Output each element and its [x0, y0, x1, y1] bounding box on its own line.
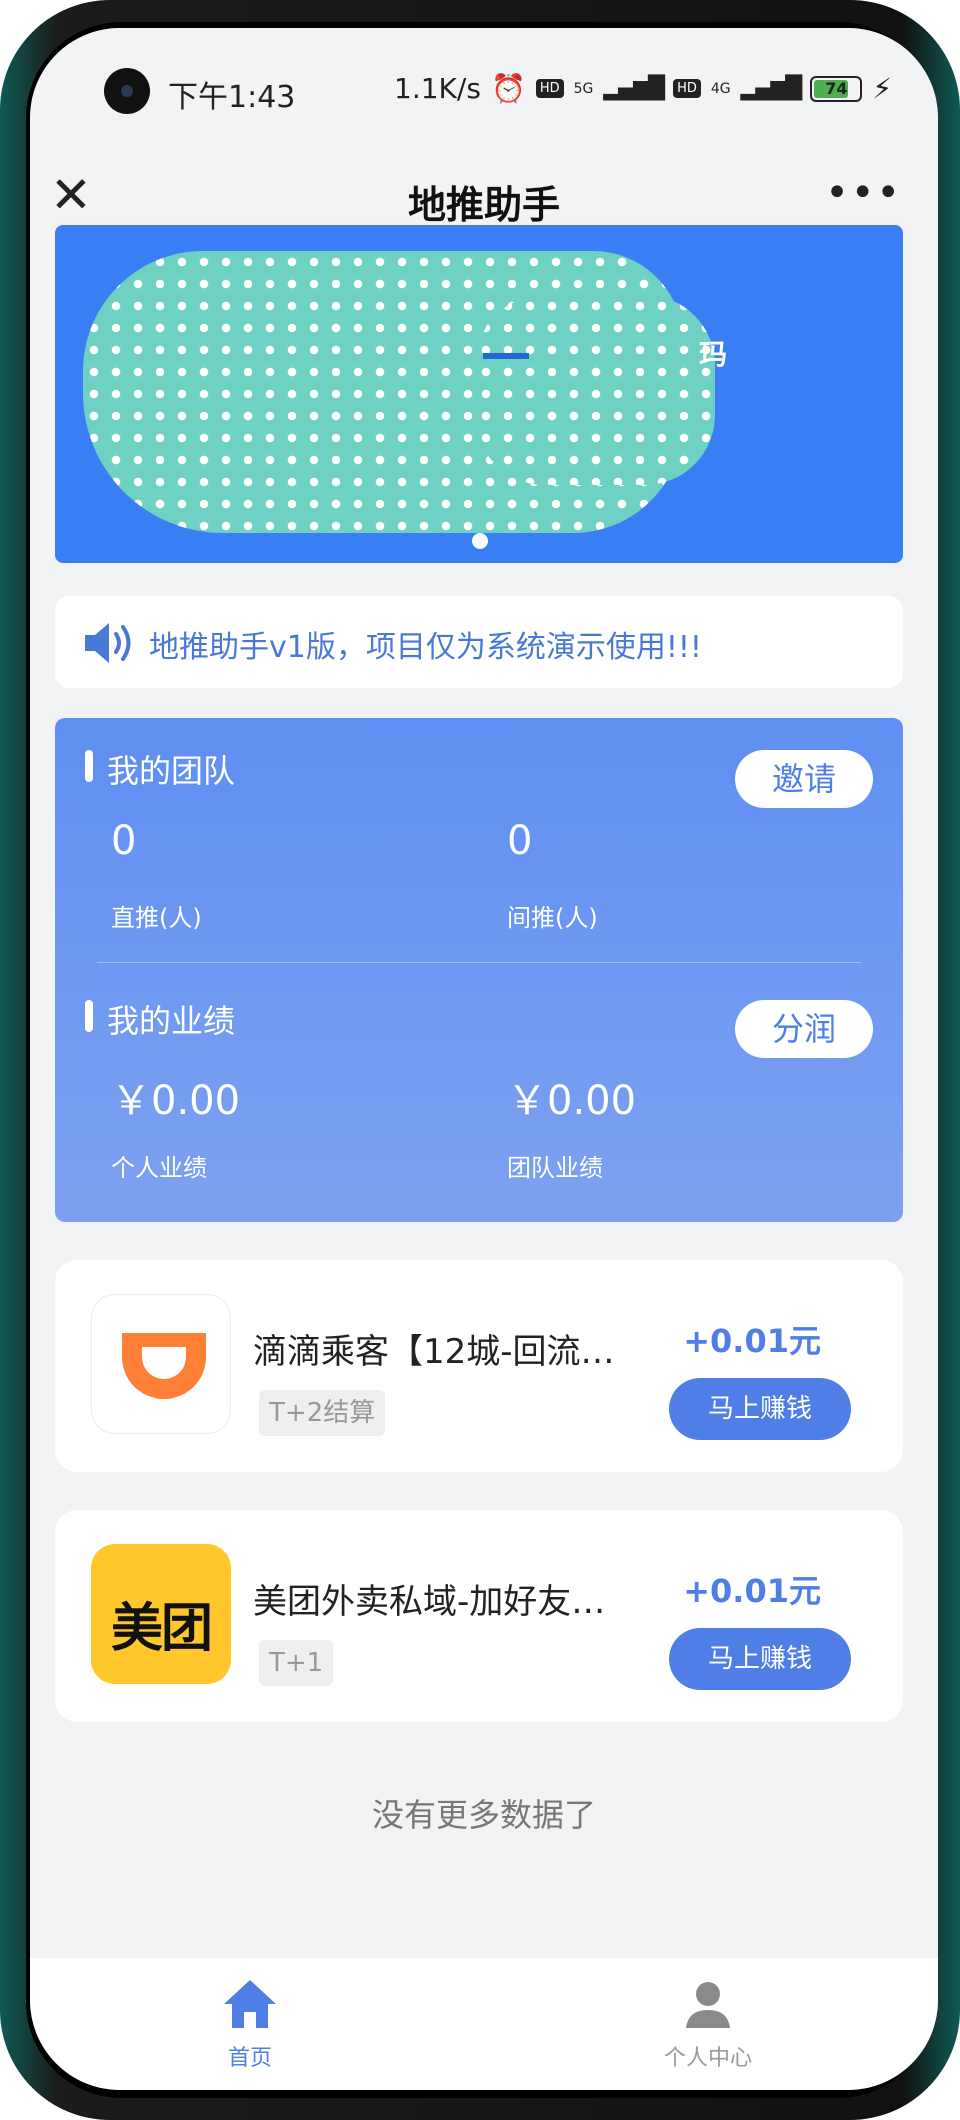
status-indicators: 1.1K/s ⏰ HD 5G ▂▄▆█ HD 4G ▂▄▆█ 74 ⚡ [394, 72, 892, 105]
direct-count: 0 [111, 818, 137, 864]
home-icon [224, 1980, 276, 2028]
banner-carousel[interactable]: 玛 [55, 225, 903, 563]
banner-text: 玛 [699, 338, 728, 371]
banner-redaction-2 [475, 295, 715, 485]
camera-icon [104, 68, 150, 114]
invite-button[interactable]: 邀请 [735, 750, 873, 808]
tab-home[interactable]: 首页 [170, 1974, 330, 2072]
product-title: 滴滴乘客【12城-回流… [253, 1332, 615, 1372]
battery-level: 74 [825, 78, 848, 98]
didi-mark-icon [122, 1333, 206, 1399]
tab-profile-label: 个人中心 [663, 2046, 752, 2071]
earn-button-2[interactable]: 马上赚钱 [669, 1628, 851, 1690]
status-time: 下午1:43 [168, 80, 296, 115]
section-marker [85, 750, 93, 782]
battery-icon: 74 [810, 75, 863, 102]
divider [97, 962, 861, 963]
tab-profile[interactable]: 个人中心 [628, 1974, 788, 2072]
no-more-text: 没有更多数据了 [371, 1796, 596, 1834]
more-icon[interactable]: ••• [825, 170, 902, 216]
team-title: 我的团队 [107, 752, 236, 790]
team-performance-label: 团队业绩 [507, 1154, 603, 1182]
personal-performance-value: ￥0.00 [111, 1078, 241, 1124]
tab-home-label: 首页 [227, 2046, 272, 2071]
alarm-icon: ⏰ [490, 72, 526, 105]
share-button[interactable]: 分润 [735, 1000, 873, 1058]
indirect-count: 0 [507, 818, 533, 864]
team-performance-value: ￥0.00 [507, 1078, 637, 1124]
meituan-logo-icon: 美团 [91, 1544, 231, 1684]
net-5g-label: 5G [573, 80, 594, 97]
hd-badge-2: HD [673, 79, 701, 98]
personal-performance-label: 个人业绩 [111, 1154, 207, 1182]
tab-bar: 首页 个人中心 [30, 1958, 938, 2090]
user-icon [686, 1982, 730, 2028]
product-price: +0.01元 [683, 1322, 821, 1360]
section-marker-2 [85, 1000, 93, 1032]
team-card: 我的团队 邀请 0 直推(人) 0 间推(人) 我的业绩 分润 ￥0.00 个人… [55, 718, 903, 1222]
settlement-tag-2: T+1 [259, 1640, 334, 1686]
product-card-2[interactable]: 美团 美团外卖私域-加好友… T+1 +0.01元 马上赚钱 [55, 1510, 903, 1722]
product-price-2: +0.01元 [683, 1572, 821, 1610]
settlement-tag: T+2结算 [259, 1390, 386, 1436]
indirect-label: 间推(人) [507, 904, 598, 932]
direct-label: 直推(人) [111, 904, 202, 932]
meituan-logo-text: 美团 [110, 1599, 213, 1659]
net-4g-label: 4G [710, 80, 731, 97]
notice-bar: 地推助手v1版，项目仅为系统演示使用!!! [55, 596, 903, 688]
banner-mark [483, 353, 529, 359]
product-card[interactable]: 滴滴乘客【12城-回流… T+2结算 +0.01元 马上赚钱 [55, 1260, 903, 1472]
speaker-icon [85, 623, 131, 663]
performance-title: 我的业绩 [107, 1002, 236, 1040]
product-title-2: 美团外卖私域-加好友… [253, 1582, 606, 1622]
signal-icon-2: ▂▄▆█ [740, 76, 803, 101]
signal-icon: ▂▄▆█ [603, 76, 665, 101]
didi-logo-icon [91, 1294, 231, 1434]
status-bar: 下午1:43 1.1K/s ⏰ HD 5G ▂▄▆█ HD 4G ▂▄▆█ 74… [30, 28, 938, 146]
hd-badge: HD [535, 79, 564, 98]
page-title: 地推助手 [407, 183, 560, 227]
carousel-dot[interactable] [472, 533, 488, 549]
notice-text: 地推助手v1版，项目仅为系统演示使用!!! [149, 630, 702, 665]
net-speed: 1.1K/s [394, 72, 481, 105]
screen: 下午1:43 1.1K/s ⏰ HD 5G ▂▄▆█ HD 4G ▂▄▆█ 74… [30, 28, 938, 2090]
charging-icon: ⚡ [872, 72, 892, 105]
earn-button[interactable]: 马上赚钱 [669, 1378, 851, 1440]
